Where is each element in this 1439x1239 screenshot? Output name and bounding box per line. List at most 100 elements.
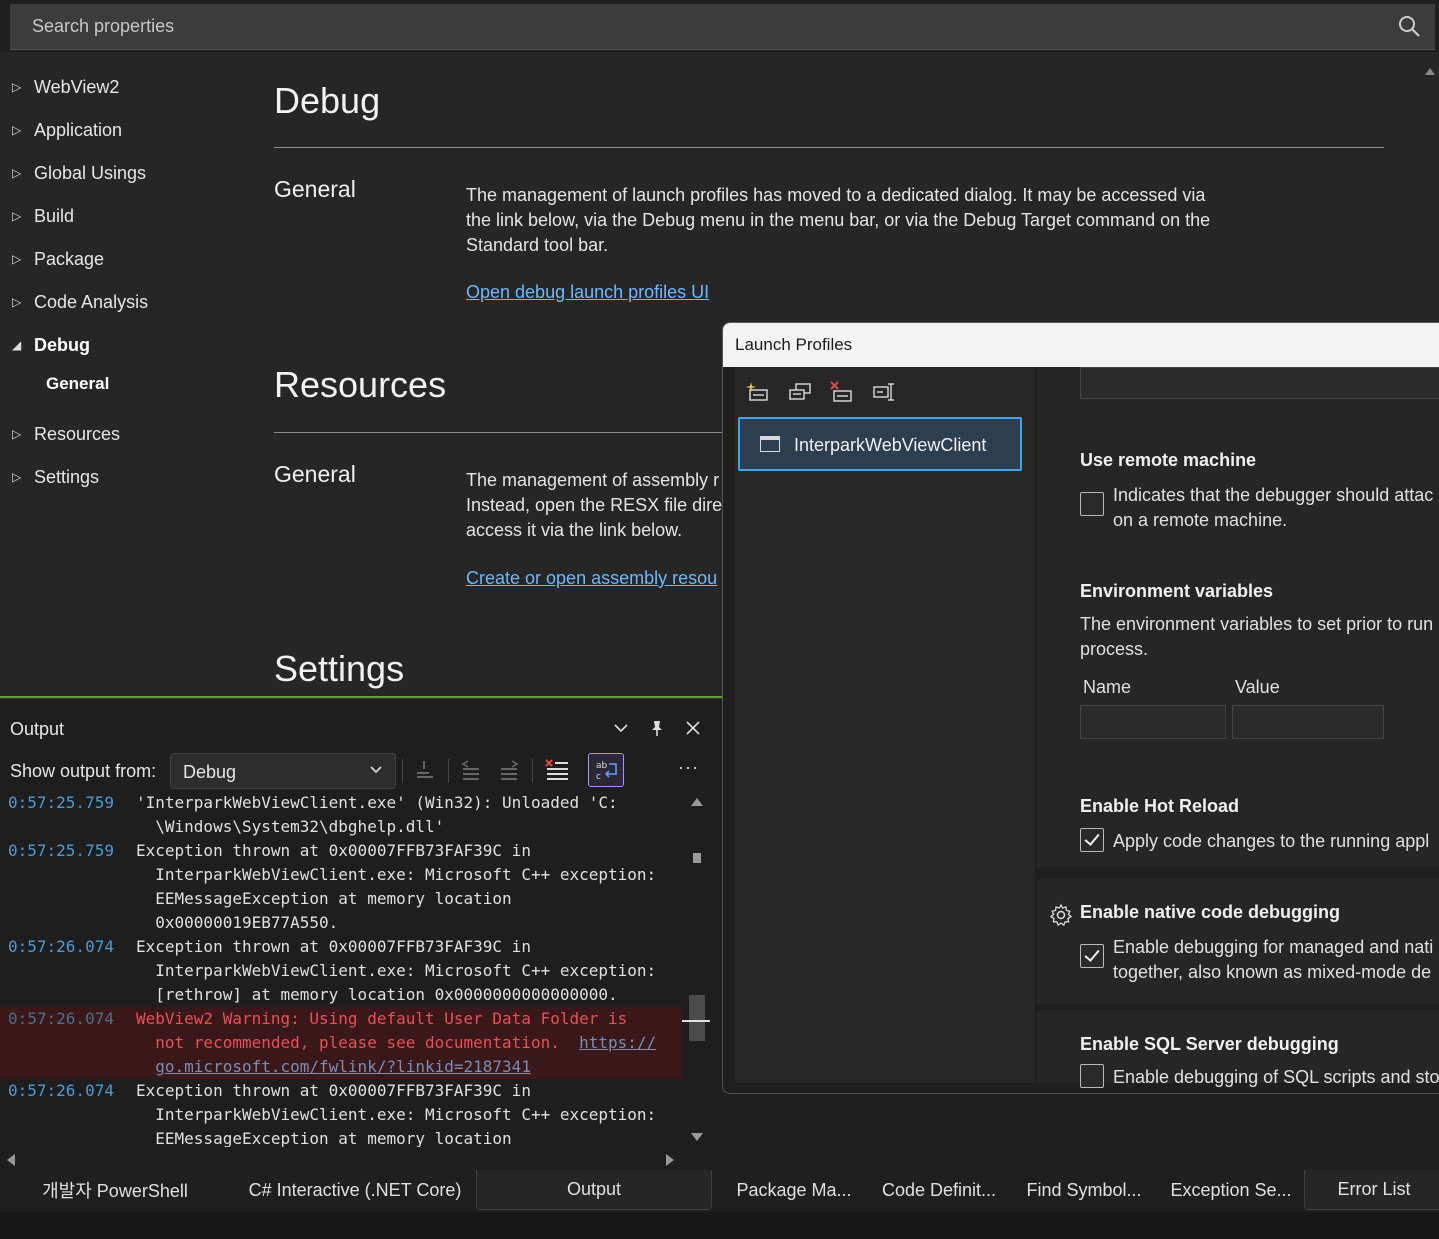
tab-error-list[interactable]: Error List	[1304, 1170, 1439, 1210]
env-name-column-header: Name	[1083, 677, 1132, 697]
description-line: Instead, open the RESX file dire	[466, 495, 723, 515]
tab-code-definition[interactable]: Code Definit...	[872, 1170, 1006, 1210]
tab-csharp-interactive[interactable]: C# Interactive (.NET Core)	[236, 1170, 474, 1210]
nav-item-webview2[interactable]: ▷ WebView2	[12, 72, 119, 102]
log-line: InterparkWebViewClient.exe: Microsoft C+…	[136, 865, 657, 884]
log-entry: 0:57:25.759 Exception thrown at 0x00007F…	[0, 839, 682, 935]
window-icon	[760, 436, 780, 452]
rename-profile-icon[interactable]	[871, 379, 897, 405]
remote-machine-title: Use remote machine	[1080, 450, 1257, 470]
tab-exception-settings[interactable]: Exception Se...	[1162, 1170, 1300, 1210]
documentation-link[interactable]: go.microsoft.com/fwlink/?linkid=2187341	[155, 1057, 531, 1076]
nav-item-code-analysis[interactable]: ▷ Code Analysis	[12, 287, 148, 317]
output-source-select[interactable]: Debug	[170, 753, 396, 789]
settings-text-field[interactable]	[1080, 367, 1439, 399]
nav-item-debug[interactable]: ◢ Debug	[12, 330, 90, 360]
log-horizontal-scrollbar[interactable]	[0, 1149, 682, 1169]
section-title-resources: Resources	[274, 364, 447, 405]
previous-message-icon[interactable]	[456, 755, 486, 785]
dialog-titlebar[interactable]: Launch Profiles	[723, 323, 1439, 367]
pin-icon[interactable]	[646, 717, 668, 739]
tab-output[interactable]: Output	[476, 1170, 712, 1210]
output-source-value: Debug	[183, 762, 237, 782]
tab-package-manager[interactable]: Package Ma...	[726, 1170, 862, 1210]
scroll-right-icon[interactable]	[666, 1154, 674, 1166]
close-icon[interactable]	[682, 717, 704, 739]
more-options-button[interactable]: ···	[678, 757, 699, 778]
chevron-down-icon[interactable]	[610, 717, 632, 739]
documentation-link[interactable]: https://	[579, 1033, 656, 1052]
search-icon[interactable]	[1397, 14, 1421, 38]
env-name-input[interactable]	[1080, 705, 1226, 739]
nav-item-label: Settings	[34, 466, 100, 487]
output-title: Output	[10, 719, 65, 739]
log-line: WebView2 Warning: Using default User Dat…	[136, 1009, 628, 1028]
clear-all-icon[interactable]	[542, 755, 572, 785]
log-line: Exception thrown at 0x00007FFB73FAF39C i…	[136, 937, 531, 956]
expand-triangle-icon: ▷	[12, 209, 22, 223]
log-line: InterparkWebViewClient.exe: Microsoft C+…	[136, 1105, 657, 1124]
log-line: not recommended, please see documentatio…	[136, 1033, 580, 1052]
log-line: [rethrow] at memory location 0x000000000…	[136, 985, 618, 1004]
nav-subitem-general[interactable]: General	[46, 374, 109, 394]
native-debugging-checkbox[interactable]	[1080, 944, 1104, 968]
tab-find-symbol[interactable]: Find Symbol...	[1016, 1170, 1152, 1210]
next-message-icon[interactable]	[494, 755, 524, 785]
debug-description: The management of launch profiles has mo…	[466, 185, 1211, 255]
log-timestamp: 0:57:26.074	[8, 1009, 114, 1028]
description-line: The management of assembly r	[466, 470, 720, 490]
scroll-thumb[interactable]	[689, 995, 705, 1041]
output-log[interactable]: 0:57:25.759 'InterparkWebViewClient.exe'…	[0, 791, 682, 1147]
env-value-input[interactable]	[1232, 705, 1384, 739]
expand-triangle-icon: ▷	[12, 427, 22, 441]
scroll-up-icon[interactable]	[691, 798, 703, 806]
section-title-debug: Debug	[274, 80, 381, 121]
profile-settings-pane: Use remote machine Indicates that the de…	[1035, 367, 1439, 1088]
log-line: Exception thrown at 0x00007FFB73FAF39C i…	[136, 841, 531, 860]
output-panel: Output Show output from: Debug ab c ··· …	[0, 698, 722, 1170]
env-value-column-header: Value	[1235, 677, 1280, 697]
log-timestamp: 0:57:26.074	[8, 1081, 114, 1100]
description-line: The environment variables to set prior t…	[1080, 614, 1434, 634]
log-timestamp: 0:57:26.074	[8, 937, 114, 956]
section-title-settings: Settings	[274, 648, 405, 689]
nav-item-label: Code Analysis	[34, 291, 149, 312]
log-timestamp: 0:57:25.759	[8, 841, 114, 860]
scroll-down-icon[interactable]	[691, 1133, 703, 1141]
log-line: EEMessageException at memory location	[136, 1129, 512, 1147]
subsection-title-general: General	[274, 461, 356, 487]
description-line: on a remote machine.	[1113, 510, 1288, 530]
show-output-label: Show output from:	[10, 761, 157, 781]
collapse-triangle-icon: ◢	[12, 338, 22, 352]
hot-reload-title: Enable Hot Reload	[1080, 796, 1240, 816]
find-message-icon[interactable]	[410, 755, 440, 785]
log-entry-warning: 0:57:26.074 WebView2 Warning: Using defa…	[0, 1007, 682, 1079]
remote-machine-checkbox[interactable]	[1080, 492, 1104, 516]
nav-item-label: Application	[34, 119, 123, 140]
tab-developer-powershell[interactable]: 개발자 PowerShell	[20, 1170, 210, 1210]
sql-debugging-checkbox[interactable]	[1080, 1064, 1104, 1088]
svg-text:ab: ab	[596, 761, 608, 771]
duplicate-profile-icon[interactable]	[787, 379, 813, 405]
open-launch-profiles-link[interactable]: Open debug launch profiles UI	[466, 282, 709, 303]
search-input[interactable]	[10, 4, 1435, 49]
log-line: \Windows\System32\dbghelp.dll'	[136, 817, 445, 836]
word-wrap-toggle[interactable]: ab c	[588, 753, 624, 787]
nav-item-settings[interactable]: ▷ Settings	[12, 462, 99, 492]
nav-item-build[interactable]: ▷ Build	[12, 201, 74, 231]
create-assembly-resources-link[interactable]: Create or open assembly resou	[466, 568, 717, 589]
scroll-up-icon[interactable]	[1425, 68, 1435, 75]
profile-list-item[interactable]: InterparkWebViewClient	[738, 417, 1022, 471]
nav-item-global-usings[interactable]: ▷ Global Usings	[12, 158, 146, 188]
nav-item-resources[interactable]: ▷ Resources	[12, 419, 120, 449]
new-profile-icon[interactable]	[745, 379, 771, 405]
delete-profile-icon[interactable]	[829, 379, 855, 405]
hot-reload-checkbox[interactable]	[1080, 828, 1104, 852]
dialog-title: Launch Profiles	[735, 335, 853, 354]
nav-item-package[interactable]: ▷ Package	[12, 244, 104, 274]
log-timestamp: 0:57:25.759	[8, 793, 114, 812]
log-line: Exception thrown at 0x00007FFB73FAF39C i…	[136, 1081, 531, 1100]
nav-item-application[interactable]: ▷ Application	[12, 115, 122, 145]
log-vertical-scrollbar[interactable]	[682, 791, 710, 1147]
scroll-left-icon[interactable]	[7, 1154, 15, 1166]
